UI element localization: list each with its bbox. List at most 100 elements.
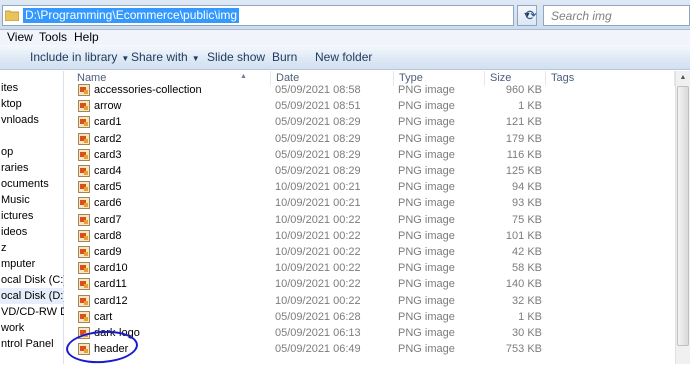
file-date: 10/09/2021 00:21 [275, 197, 361, 210]
scroll-up-icon[interactable]: ▲ [676, 71, 690, 85]
file-type: PNG image [398, 181, 455, 194]
file-row[interactable]: card12 10/09/2021 00:22 PNG image 32 KB [72, 293, 690, 309]
share-with-label: Share with [131, 50, 188, 64]
new-folder-button[interactable]: New folder [315, 45, 372, 70]
png-file-icon [78, 229, 90, 242]
file-row[interactable]: card5 10/09/2021 00:21 PNG image 94 KB [72, 179, 690, 195]
file-type: PNG image [398, 165, 455, 177]
file-name: cart [94, 310, 113, 323]
slide-show-button[interactable]: Slide show [207, 45, 265, 70]
file-type: PNG image [398, 262, 455, 275]
file-date: 05/09/2021 08:29 [275, 116, 361, 129]
file-date: 10/09/2021 00:22 [275, 294, 361, 307]
file-size: 1 KB [518, 100, 542, 113]
address-field[interactable]: D:\Programming\Ecommerce\public\img [2, 5, 514, 26]
file-size: 753 KB [505, 343, 542, 356]
file-name: card9 [94, 246, 122, 258]
nav-item[interactable]: ocuments [0, 176, 64, 192]
file-name: card10 [94, 262, 128, 275]
nav-item[interactable]: VD/CD-RW Driv [0, 304, 64, 320]
nav-item[interactable]: vnloads [0, 112, 64, 128]
file-name: card2 [94, 132, 122, 145]
file-date: 05/09/2021 08:51 [275, 100, 361, 113]
file-size: 1 KB [518, 310, 542, 323]
file-size: 94 KB [512, 181, 542, 194]
file-row[interactable]: card2 05/09/2021 08:29 PNG image 179 KB [72, 131, 690, 147]
file-type: PNG image [398, 213, 455, 226]
file-row[interactable]: arrow 05/09/2021 08:51 PNG image 1 KB [72, 98, 690, 114]
png-file-icon [78, 197, 90, 210]
png-file-icon [78, 116, 90, 129]
nav-item[interactable]: ntrol Panel [0, 336, 64, 352]
nav-item[interactable]: z [0, 240, 64, 256]
file-name: card11 [94, 278, 127, 291]
png-file-icon [78, 148, 90, 161]
menu-view[interactable]: View [7, 30, 33, 45]
chevron-down-icon: ▼ [121, 54, 130, 63]
file-type: PNG image [398, 343, 455, 356]
file-type: PNG image [398, 229, 455, 242]
nav-item[interactable] [0, 128, 64, 144]
search-placeholder: Search img [551, 9, 612, 23]
file-row[interactable]: card9 10/09/2021 00:22 PNG image 42 KB [72, 244, 690, 260]
menu-help[interactable]: Help [74, 30, 99, 45]
burn-button[interactable]: Burn [272, 45, 297, 70]
file-size: 58 KB [512, 262, 542, 275]
file-name: card8 [94, 229, 122, 242]
nav-item[interactable]: ocal Disk (D:) [0, 288, 64, 304]
nav-item[interactable]: mputer [0, 256, 64, 272]
file-row[interactable]: dark-logo 05/09/2021 06:13 PNG image 30 KB [72, 325, 690, 341]
nav-item[interactable]: work [0, 320, 64, 336]
navigation-pane: ites ktop vnloads op raries ocuments Music ictu… [0, 71, 64, 364]
png-file-icon [78, 246, 90, 258]
file-row[interactable]: card10 10/09/2021 00:22 PNG image 58 KB [72, 260, 690, 276]
file-type: PNG image [398, 197, 455, 210]
address-bar-region: D:\Programming\Ecommerce\public\img ▼ ⟳ … [0, 0, 690, 30]
nav-item[interactable]: Music [0, 192, 64, 208]
file-size: 125 KB [505, 165, 542, 177]
scrollbar-thumb[interactable] [677, 86, 689, 346]
png-file-icon [78, 165, 90, 177]
png-file-icon [78, 181, 90, 194]
file-name: card12 [94, 294, 128, 307]
file-size: 32 KB [512, 294, 542, 307]
png-file-icon [78, 294, 90, 307]
file-type: PNG image [398, 294, 455, 307]
nav-item[interactable]: ktop [0, 96, 64, 112]
vertical-scrollbar[interactable]: ▲ [675, 71, 690, 364]
file-row[interactable]: cart 05/09/2021 06:28 PNG image 1 KB [72, 309, 690, 325]
file-row[interactable]: card7 10/09/2021 00:22 PNG image 75 KB [72, 212, 690, 228]
file-row[interactable]: card11 10/09/2021 00:22 PNG image 140 KB [72, 276, 690, 292]
file-row[interactable]: accessories-collection 05/09/2021 08:58 PN… [72, 82, 690, 98]
file-size: 960 KB [505, 84, 542, 96]
nav-item[interactable]: ictures [0, 208, 64, 224]
file-row[interactable]: card3 05/09/2021 08:29 PNG image 116 KB [72, 147, 690, 163]
file-name: card7 [94, 213, 122, 226]
png-file-icon [78, 310, 90, 323]
nav-item[interactable]: ideos [0, 224, 64, 240]
nav-item[interactable]: raries [0, 160, 64, 176]
file-size: 179 KB [505, 132, 542, 145]
nav-item[interactable]: op [0, 144, 64, 160]
file-type: PNG image [398, 132, 455, 145]
nav-item[interactable]: ocal Disk (C:) [0, 272, 64, 288]
address-path[interactable]: D:\Programming\Ecommerce\public\img [23, 8, 240, 23]
chevron-down-icon: ▼ [191, 54, 200, 63]
file-row[interactable]: header 05/09/2021 06:49 PNG image 753 KB [72, 341, 690, 357]
menu-tools[interactable]: Tools [39, 30, 67, 45]
refresh-button[interactable]: ⟳ [521, 5, 541, 26]
share-with-button[interactable]: Share with ▼ [131, 45, 200, 71]
command-toolbar: Include in library ▼ Share with ▼ Slide sh… [0, 45, 690, 70]
file-row[interactable]: card1 05/09/2021 08:29 PNG image 121 KB [72, 114, 690, 130]
file-size: 93 KB [512, 197, 542, 210]
file-date: 10/09/2021 00:22 [275, 213, 361, 226]
file-type: PNG image [398, 100, 455, 113]
file-size: 116 KB [506, 148, 542, 161]
nav-item[interactable]: ites [0, 80, 64, 96]
file-row[interactable]: card4 05/09/2021 08:29 PNG image 125 KB [72, 163, 690, 179]
search-input[interactable]: Search img [543, 5, 690, 26]
file-type: PNG image [398, 310, 455, 323]
file-row[interactable]: card8 10/09/2021 00:22 PNG image 101 KB [72, 228, 690, 244]
file-row[interactable]: card6 10/09/2021 00:21 PNG image 93 KB [72, 195, 690, 211]
include-in-library-button[interactable]: Include in library ▼ [6, 45, 129, 71]
